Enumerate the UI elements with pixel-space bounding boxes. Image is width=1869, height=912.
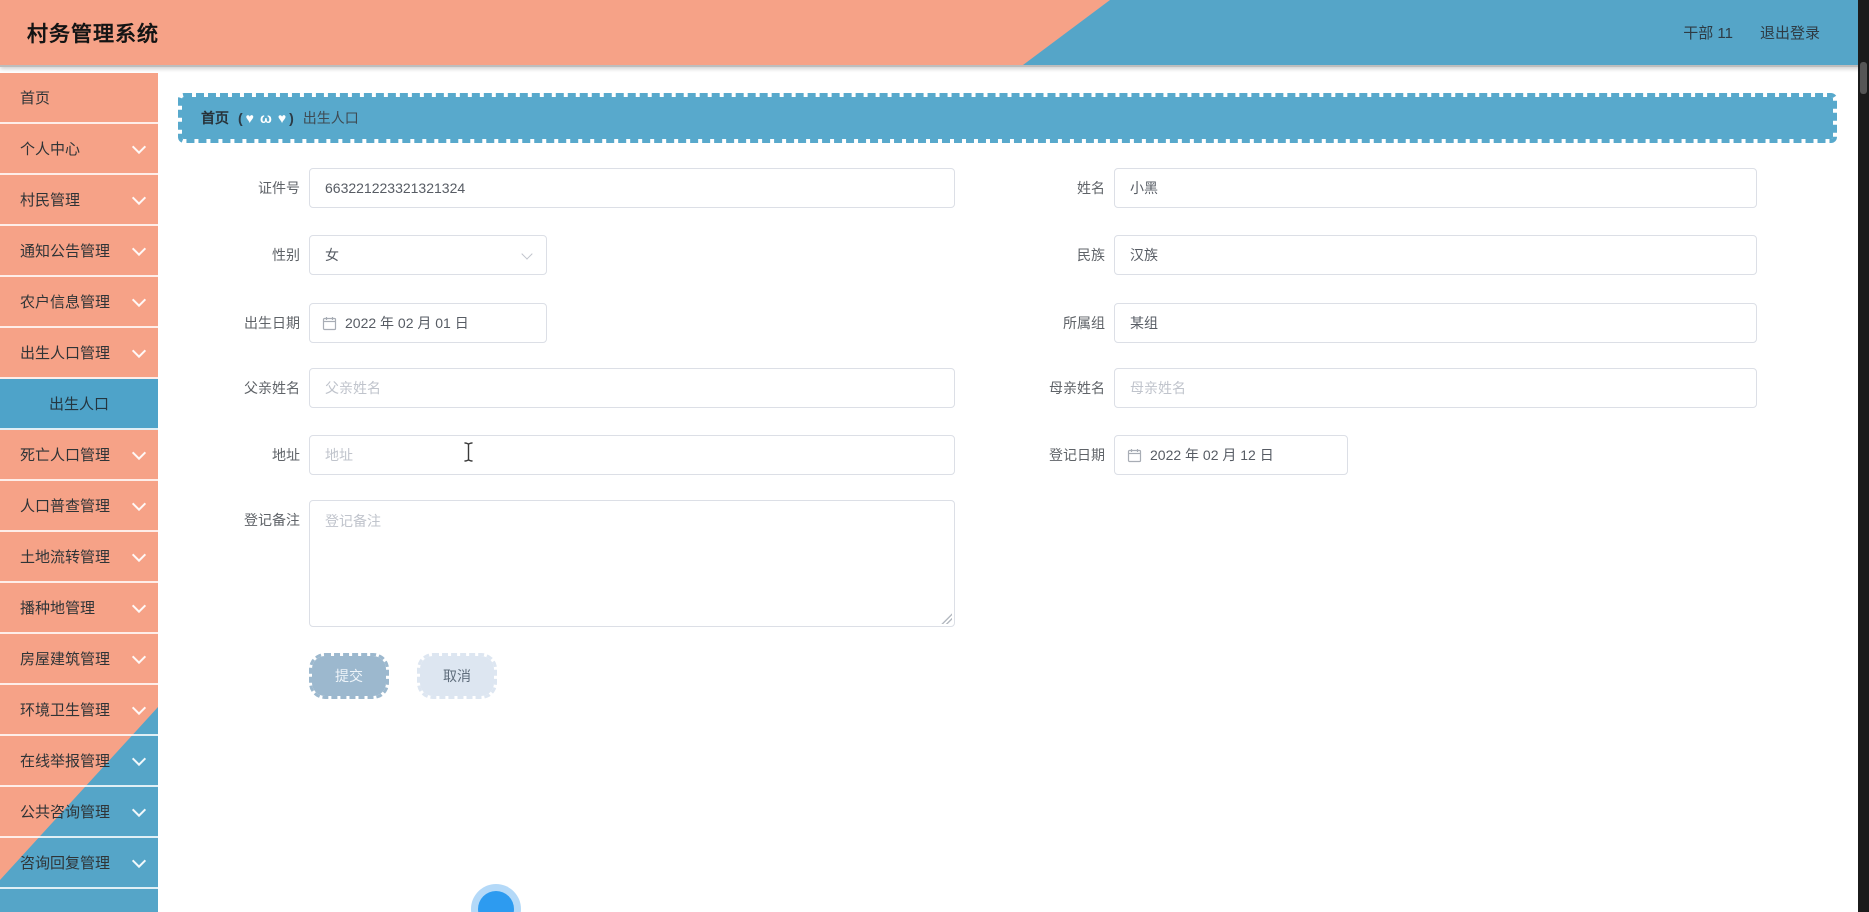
sidebar-item-sowing-land-management[interactable]: 播种地管理 <box>0 583 158 634</box>
chevron-down-icon <box>131 445 147 460</box>
register-note-textarea[interactable] <box>309 500 955 627</box>
sidebar-item-personal-center[interactable]: 个人中心 <box>0 124 158 175</box>
sidebar-item-public-consultation-management[interactable]: 公共咨询管理 <box>0 787 158 838</box>
sidebar-item-online-report-management[interactable]: 在线举报管理 <box>0 736 158 787</box>
sidebar-item-birth-population-management[interactable]: 出生人口管理 <box>0 328 158 379</box>
village-management-app: 村务管理系统 干部 11 退出登录 首页 个人中心 村民管理 通知公告管理 农户… <box>0 0 1869 912</box>
mother-name-input[interactable] <box>1114 368 1757 408</box>
address-input[interactable] <box>309 435 955 475</box>
sidebar-item-villager-management[interactable]: 村民管理 <box>0 175 158 226</box>
sidebar-menu: 首页 个人中心 村民管理 通知公告管理 农户信息管理 出生人口管理 出生人口 死… <box>0 73 158 912</box>
ethnicity-input[interactable] <box>1114 235 1757 275</box>
chevron-down-icon <box>131 139 147 154</box>
register-date-label: 登记日期 <box>1049 447 1105 463</box>
birth-date-picker[interactable]: 2022 年 02 月 01 日 <box>309 303 547 343</box>
calendar-icon <box>322 316 337 330</box>
chevron-down-icon <box>131 190 147 205</box>
sidebar-item-census-management[interactable]: 人口普查管理 <box>0 481 158 532</box>
back-to-top-button[interactable] <box>478 891 514 912</box>
chevron-down-icon <box>131 598 147 613</box>
sidebar-item-housing-management[interactable]: 房屋建筑管理 <box>0 634 158 685</box>
vertical-scrollbar-track[interactable] <box>1858 0 1869 912</box>
father-name-input[interactable] <box>309 368 955 408</box>
chevron-down-icon <box>131 751 147 766</box>
chevron-down-icon <box>131 292 147 307</box>
mother-name-label: 母亲姓名 <box>1049 380 1105 396</box>
gender-label: 性别 <box>272 247 300 263</box>
chevron-down-icon <box>131 802 147 817</box>
id-number-input[interactable] <box>309 168 955 208</box>
sidebar-item-notice-management[interactable]: 通知公告管理 <box>0 226 158 277</box>
sidebar-item-environment-sanitation-management[interactable]: 环境卫生管理 <box>0 685 158 736</box>
name-label: 姓名 <box>1077 180 1105 196</box>
sidebar-item-consultation-reply-management[interactable]: 咨询回复管理 <box>0 838 158 889</box>
address-label: 地址 <box>272 447 300 463</box>
group-input[interactable] <box>1114 303 1757 343</box>
breadcrumb-kaomoji-separator: (♥ ω ♥) <box>238 110 294 126</box>
chevron-down-icon <box>131 649 147 664</box>
birth-date-value: 2022 年 02 月 01 日 <box>345 315 469 331</box>
header-diagonal-decoration <box>0 0 1110 65</box>
textarea-resize-handle[interactable] <box>941 613 952 624</box>
breadcrumb-home-link[interactable]: 首页 <box>201 108 229 128</box>
sidebar-item-home[interactable]: 首页 <box>0 73 158 124</box>
id-number-label: 证件号 <box>258 180 300 196</box>
chevron-down-icon <box>131 700 147 715</box>
gender-select[interactable]: 女 <box>309 235 547 275</box>
breadcrumb-current-page: 出生人口 <box>302 110 359 126</box>
heart-icon: ♥ <box>277 110 287 126</box>
sidebar-subitem-birth-population-active[interactable]: 出生人口 <box>0 379 158 430</box>
top-header: 村务管理系统 干部 11 退出登录 <box>0 0 1869 67</box>
heart-icon: ♥ <box>245 110 254 126</box>
gender-select-value: 女 <box>325 247 339 263</box>
register-date-value: 2022 年 02 月 12 日 <box>1150 447 1274 463</box>
app-title: 村务管理系统 <box>27 22 159 46</box>
breadcrumb: 首页 (♥ ω ♥) 出生人口 <box>178 93 1837 143</box>
current-user-label: 干部 11 <box>1683 25 1733 42</box>
father-name-label: 父亲姓名 <box>244 380 300 396</box>
chevron-down-icon <box>131 547 147 562</box>
register-date-picker[interactable]: 2022 年 02 月 12 日 <box>1114 435 1348 475</box>
group-label: 所属组 <box>1063 315 1105 331</box>
chevron-down-icon <box>131 241 147 256</box>
sidebar-item-land-transfer-management[interactable]: 土地流转管理 <box>0 532 158 583</box>
chevron-down-icon <box>521 247 533 260</box>
chevron-down-icon <box>131 343 147 358</box>
sidebar: 首页 个人中心 村民管理 通知公告管理 农户信息管理 出生人口管理 出生人口 死… <box>0 67 158 912</box>
chevron-down-icon <box>131 853 147 868</box>
submit-button[interactable]: 提交 <box>309 653 389 699</box>
logout-link[interactable]: 退出登录 <box>1760 22 1820 43</box>
name-input[interactable] <box>1114 168 1757 208</box>
chevron-down-icon <box>131 496 147 511</box>
ethnicity-label: 民族 <box>1077 247 1105 263</box>
vertical-scrollbar-thumb[interactable] <box>1860 62 1867 94</box>
sidebar-item-farmer-info-management[interactable]: 农户信息管理 <box>0 277 158 328</box>
cancel-button[interactable]: 取消 <box>417 653 497 699</box>
sidebar-item-death-population-management[interactable]: 死亡人口管理 <box>0 430 158 481</box>
register-note-label: 登记备注 <box>244 512 300 528</box>
birth-date-label: 出生日期 <box>244 315 300 331</box>
header-user-area: 干部 11 退出登录 <box>1683 0 1820 65</box>
calendar-icon <box>1127 448 1142 462</box>
main-content: 首页 (♥ω♥) 出生人口 证件号 姓名 性别 女 民族 出生日期 2022 年… <box>158 67 1858 912</box>
